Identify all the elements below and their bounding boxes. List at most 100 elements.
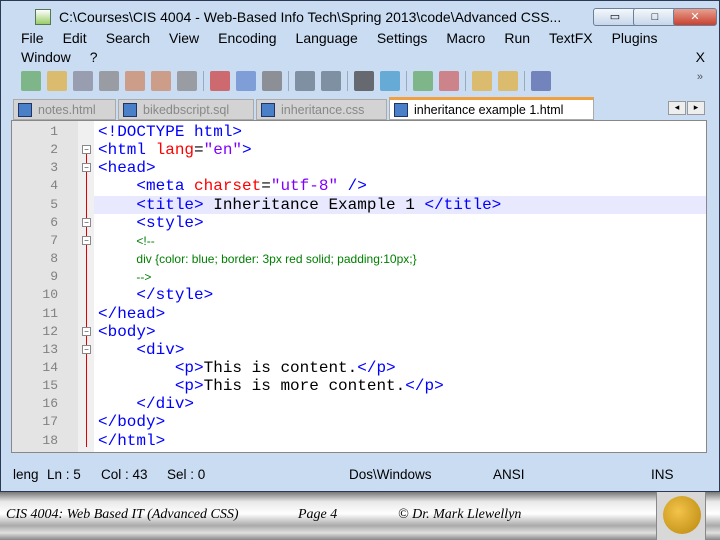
find-icon[interactable] [354,71,374,91]
fold-toggle-icon[interactable]: − [82,326,91,336]
app-icon [35,9,51,25]
token-text: = [261,177,271,196]
university-logo [656,492,706,540]
line-number: 7 [50,232,58,248]
toolbar-overflow-button[interactable]: » [697,71,703,83]
tab-2[interactable]: bikedbscript.sql [118,99,254,120]
sync-horizontal-icon[interactable] [498,71,518,91]
tab-1[interactable]: notes.html [13,99,116,120]
file-icon [18,102,32,117]
close-document-button[interactable]: X [696,49,705,65]
code-line: </div> [98,395,194,413]
code-line: <style> [98,214,203,232]
token-val: "en" [203,141,243,160]
save-icon[interactable] [73,71,93,91]
status-bar: leng Ln : 5 Col : 43 Sel : 0 Dos\Windows… [11,463,707,485]
token-tag: </p> [357,358,396,377]
minimize-button[interactable]: ▭ [593,8,637,26]
menu-plugins[interactable]: Plugins [612,30,658,46]
token-tag: /> [338,177,367,196]
fold-toggle-icon[interactable]: − [82,217,91,227]
line-number: 10 [42,287,58,303]
code-line: <html lang="en"> [98,141,252,159]
fold-toggle-icon[interactable]: − [82,163,91,173]
toolbar-separator [406,71,407,91]
redo-icon[interactable] [321,71,341,91]
token-val: "utf-8" [270,177,339,196]
fold-toggle-icon[interactable]: − [82,145,91,155]
close-all-icon[interactable] [151,71,171,91]
line-number: 11 [42,305,58,321]
token-tag: > [242,141,252,160]
token-attr: lang [155,141,195,160]
tab-scroll-left[interactable]: ◂ [668,101,686,115]
paste-icon[interactable] [262,71,282,91]
line-number: 16 [42,396,58,412]
token-tag: </div> [136,395,195,414]
fold-toggle-icon[interactable]: − [82,344,91,354]
status-column: Col : 43 [101,466,148,482]
sync-vertical-icon[interactable] [472,71,492,91]
code-line: </style> [98,286,213,304]
code-line: <!-- [98,232,154,250]
fold-toggle-icon[interactable]: − [82,235,91,245]
line-number: 8 [50,251,58,267]
menu-search[interactable]: Search [106,30,150,46]
code-line: div {color: blue; border: 3px red solid;… [98,250,417,268]
menu-settings[interactable]: Settings [377,30,428,46]
tab-3[interactable]: inheritance.css [256,99,387,120]
save-all-icon[interactable] [99,71,119,91]
tab-4[interactable]: inheritance example 1.html [389,97,594,120]
close-button[interactable]: ✕ [673,8,717,26]
code-editor[interactable]: 1 <!DOCTYPE html> 2− <html lang="en"> 3− <hea… [11,120,707,453]
copy-icon[interactable] [236,71,256,91]
menu-view[interactable]: View [169,30,199,46]
tab-scroll-right[interactable]: ▸ [687,101,705,115]
code-line: </html> [98,432,165,450]
file-icon [394,102,408,117]
menu-file[interactable]: File [21,30,44,46]
menu-encoding[interactable]: Encoding [218,30,276,46]
token-tag: <p> [174,377,204,396]
cut-icon[interactable] [210,71,230,91]
toolbar-separator [288,71,289,91]
menu-help[interactable]: ? [90,49,98,65]
line-number: 15 [42,378,58,394]
menu-language[interactable]: Language [296,30,358,46]
token-tag: <title> [136,195,204,214]
code-line: <!DOCTYPE html> [98,123,242,141]
line-number: 18 [42,432,58,448]
menu-run[interactable]: Run [504,30,530,46]
undo-icon[interactable] [295,71,315,91]
menu-bar: File Edit Search View Encoding Language Settin… [21,30,699,46]
token-text: = [194,141,204,160]
code-line: <p>This is more content.</p> [98,377,444,395]
open-file-icon[interactable] [47,71,67,91]
line-number: 1 [50,124,58,139]
menu-textfx[interactable]: TextFX [549,30,593,46]
token-com: div {color: blue; border: 3px red solid;… [136,252,417,267]
token-text: This is more content. [203,377,406,396]
menu-window[interactable]: Window [21,49,71,65]
zoom-out-icon[interactable] [439,71,459,91]
close-icon[interactable] [125,71,145,91]
word-wrap-icon[interactable] [531,71,551,91]
replace-icon[interactable] [380,71,400,91]
token-text: This is content. [203,358,358,377]
maximize-button[interactable]: □ [633,8,677,26]
zoom-in-icon[interactable] [413,71,433,91]
code-line: <div> [98,341,184,359]
line-number: 12 [42,323,58,339]
new-file-icon[interactable] [21,71,41,91]
print-icon[interactable] [177,71,197,91]
menu-macro[interactable]: Macro [446,30,485,46]
menu-edit[interactable]: Edit [63,30,87,46]
status-insert-mode: INS [651,466,674,482]
token-tag: </body> [98,413,166,432]
